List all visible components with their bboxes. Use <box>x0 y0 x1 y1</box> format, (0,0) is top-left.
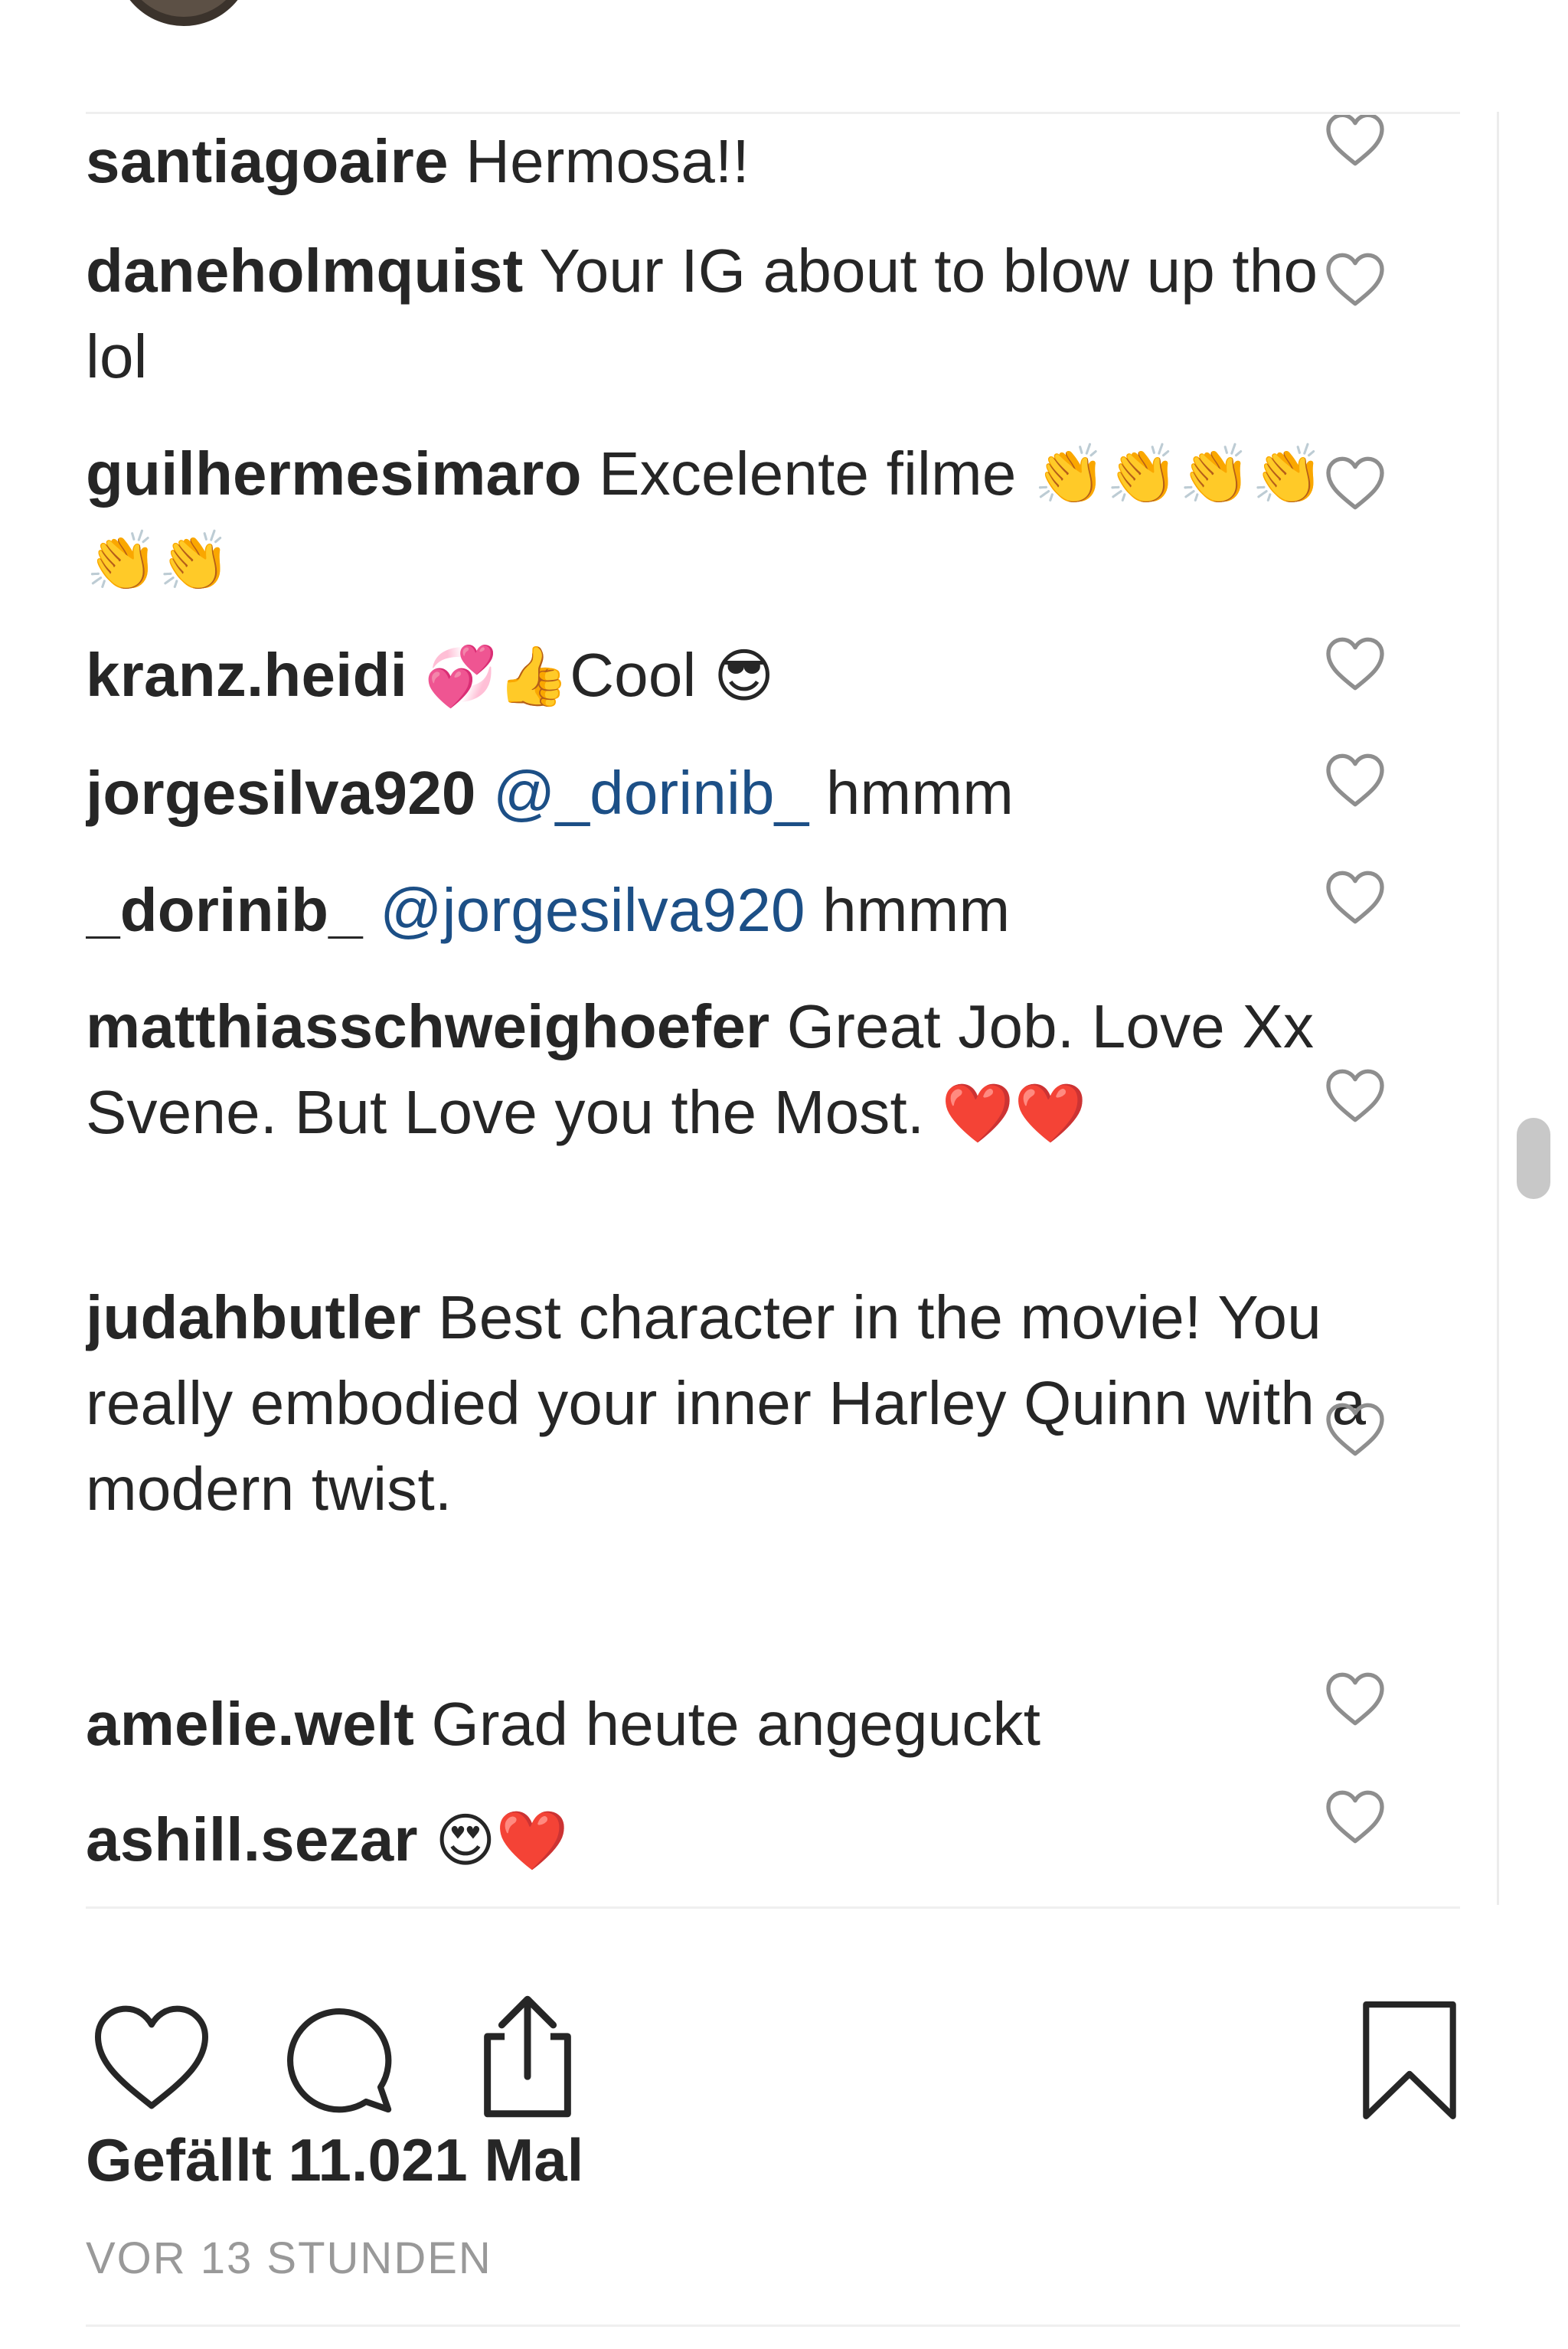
heart-outline-icon <box>1326 1672 1384 1726</box>
comment-item: ashill.sezar 😍❤️ <box>86 1797 1395 1883</box>
heart-outline-icon <box>1326 1069 1384 1122</box>
comment-username[interactable]: daneholmquist <box>86 237 524 305</box>
comment-username[interactable]: guilhermesimaro <box>86 439 582 508</box>
comment-username[interactable]: santiagoaire <box>86 127 449 195</box>
heart-outline-icon <box>1326 115 1384 166</box>
avatar-image <box>122 0 245 17</box>
comment-username[interactable]: _dorinib_ <box>86 876 363 944</box>
comment-text: Grad heute angeguckt <box>414 1690 1041 1758</box>
heart-outline-icon <box>1326 753 1384 807</box>
comment-like-button[interactable] <box>1325 752 1386 809</box>
comment-item: jorgesilva920 @_dorinib_ hmmm <box>86 750 1395 836</box>
speech-bubble-icon <box>287 2008 392 2113</box>
comment-text: Hermosa!! <box>448 127 750 195</box>
comment-item: guilhermesimaro Excelente filme 👏👏👏👏👏👏 <box>86 431 1395 604</box>
comment-text <box>418 1805 435 1874</box>
comment-username[interactable]: amelie.welt <box>86 1690 414 1758</box>
comments-list[interactable]: santiagoaire Hermosa!! daneholmquist Your… <box>86 115 1494 1905</box>
heart-outline-icon <box>1326 1790 1384 1844</box>
comment-text: hmmm <box>808 759 1014 827</box>
comment-emoji: 😍❤️ <box>435 1806 569 1874</box>
heart-outline-icon <box>1326 456 1384 510</box>
comment-username[interactable]: jorgesilva920 <box>86 759 476 827</box>
comment-like-button[interactable] <box>1325 251 1386 308</box>
comment-username[interactable]: judahbutler <box>86 1283 421 1351</box>
comment-button[interactable] <box>277 1998 401 2122</box>
comment-username[interactable]: ashill.sezar <box>86 1805 418 1874</box>
avatar[interactable] <box>115 0 253 26</box>
comment-text: hmmm <box>805 876 1011 944</box>
like-button[interactable] <box>90 2000 213 2115</box>
comment-text <box>363 876 380 944</box>
comment-emoji: 😎 <box>713 642 775 710</box>
scrollbar-track <box>1497 112 1499 1905</box>
header-divider <box>86 112 1460 114</box>
likes-count[interactable]: Gefällt 11.021 Mal <box>86 2117 583 2203</box>
comment-like-button[interactable] <box>1325 1067 1386 1124</box>
comment-mention-link[interactable]: @_dorinib_ <box>493 759 808 827</box>
comment-item: santiagoaire Hermosa!! <box>86 119 1395 204</box>
comment-like-button[interactable] <box>1325 1789 1386 1845</box>
comment-text <box>476 759 493 827</box>
comment-item: judahbutler Best character in the movie!… <box>86 1275 1395 1532</box>
comment-item: kranz.heidi 💞👍Cool 😎 <box>86 632 1395 719</box>
comment-text: Excelente filme <box>581 439 1034 508</box>
comment-username[interactable]: kranz.heidi <box>86 641 407 709</box>
heart-outline-icon <box>1326 637 1384 691</box>
comment-like-button[interactable] <box>1325 115 1386 168</box>
comment-like-button[interactable] <box>1325 1401 1386 1458</box>
share-upload-icon <box>484 1995 571 2118</box>
comment-item: daneholmquist Your IG about to blow up t… <box>86 228 1395 400</box>
comment-username[interactable]: matthiasschweighoefer <box>86 992 769 1060</box>
heart-outline-icon <box>1326 871 1384 924</box>
heart-outline-icon <box>1326 253 1384 306</box>
comment-like-button[interactable] <box>1325 869 1386 926</box>
comment-like-button[interactable] <box>1325 635 1386 692</box>
scrollbar-thumb[interactable] <box>1517 1118 1550 1199</box>
comment-item: amelie.welt Grad heute angeguckt <box>86 1681 1395 1767</box>
comment-emoji: ❤️❤️ <box>941 1079 1087 1147</box>
comment-like-button[interactable] <box>1325 1671 1386 1727</box>
share-button[interactable] <box>470 1991 585 2122</box>
heart-outline-icon <box>95 2005 208 2109</box>
comment-emoji: 💞👍 <box>424 642 570 710</box>
heart-outline-icon <box>1326 1403 1384 1456</box>
comment-text <box>407 641 424 709</box>
actions-divider <box>86 1906 1460 1909</box>
bottom-divider <box>86 2324 1460 2327</box>
save-bookmark-button[interactable] <box>1360 1998 1459 2122</box>
post-timestamp[interactable]: VOR 13 STUNDEN <box>86 2228 492 2289</box>
comment-mention-link[interactable]: @jorgesilva920 <box>380 876 805 944</box>
comment-text: Cool <box>570 641 714 709</box>
comment-like-button[interactable] <box>1325 455 1386 511</box>
comment-item: matthiasschweighoefer Great Job. Love Xx… <box>86 984 1395 1156</box>
bookmark-icon <box>1363 2001 1456 2119</box>
comment-item: _dorinib_ @jorgesilva920 hmmm <box>86 867 1395 953</box>
